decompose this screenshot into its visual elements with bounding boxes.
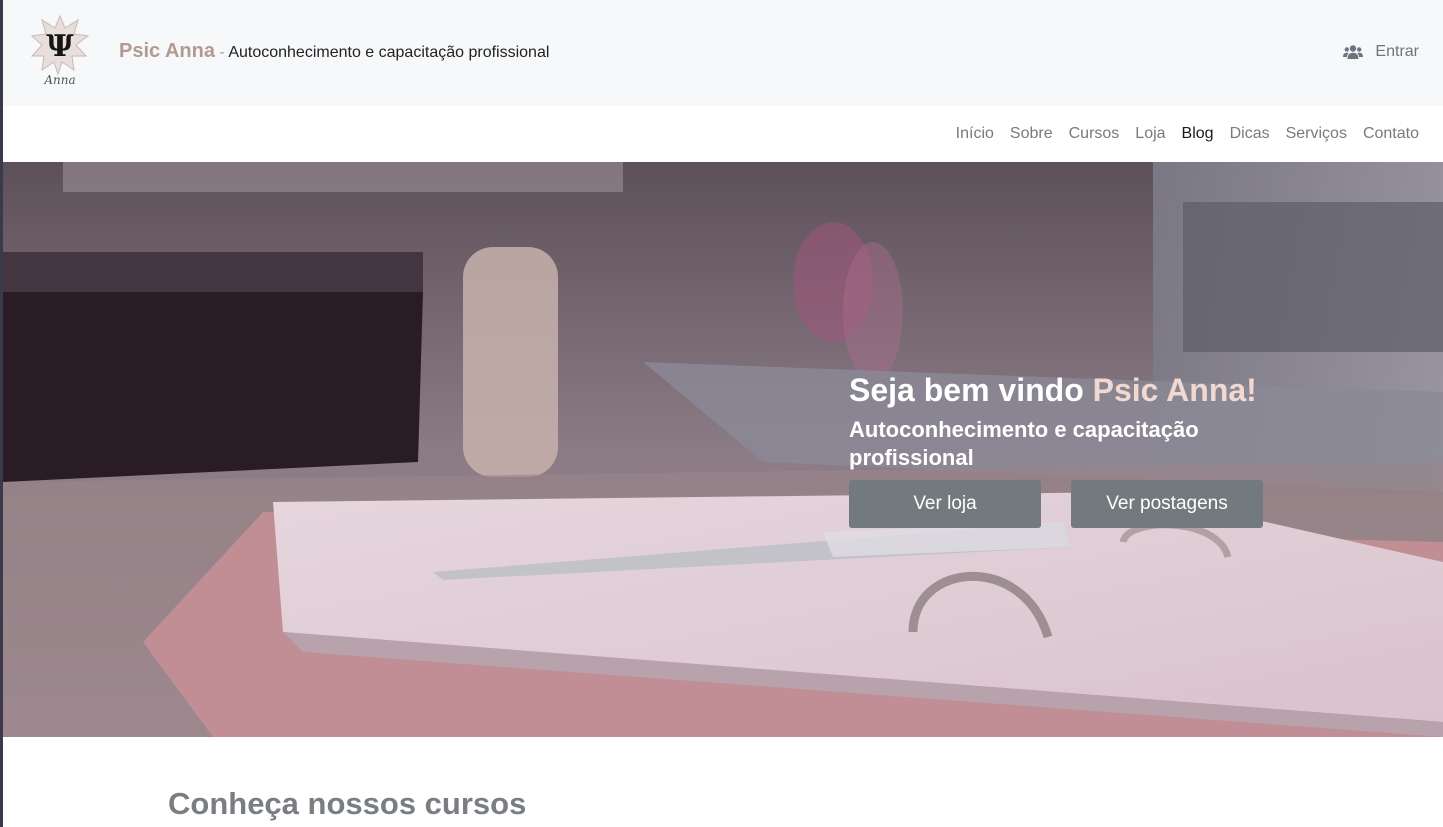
users-icon bbox=[1343, 45, 1364, 59]
site-logo[interactable]: Ψ Anna bbox=[30, 14, 90, 88]
nav-item-sobre[interactable]: Sobre bbox=[1010, 125, 1053, 143]
hero-title: Seja bem vindo Psic Anna! bbox=[849, 370, 1269, 410]
page: Ψ Anna Psic Anna - Autoconhecimento e ca… bbox=[0, 0, 1443, 827]
nav-item-blog[interactable]: Blog bbox=[1182, 125, 1214, 143]
hero-title-accent: Psic Anna! bbox=[1092, 372, 1257, 408]
brand-name: Psic Anna bbox=[119, 40, 215, 62]
hero-content: Seja bem vindo Psic Anna! Autoconhecimen… bbox=[849, 370, 1269, 528]
nav-item-contato[interactable]: Contato bbox=[1363, 125, 1419, 143]
brand-separator: - bbox=[214, 44, 229, 61]
svg-text:Ψ: Ψ bbox=[46, 29, 74, 64]
top-header: Ψ Anna Psic Anna - Autoconhecimento e ca… bbox=[3, 0, 1443, 106]
nav-item-dicas[interactable]: Dicas bbox=[1230, 125, 1270, 143]
hero-subtitle: Autoconhecimento e capacitação profissio… bbox=[849, 417, 1199, 470]
nav-list: Início Sobre Cursos Loja Blog Dicas Serv… bbox=[956, 125, 1419, 143]
hero-banner: Seja bem vindo Psic Anna! Autoconhecimen… bbox=[3, 162, 1443, 737]
nav-item-loja[interactable]: Loja bbox=[1135, 125, 1165, 143]
login-button[interactable]: Entrar bbox=[1343, 43, 1419, 61]
view-shop-button[interactable]: Ver loja bbox=[849, 480, 1041, 528]
hero-buttons: Ver loja Ver postagens bbox=[849, 480, 1269, 528]
logo-text: Anna bbox=[43, 73, 75, 87]
courses-section-title: Conheça nossos cursos bbox=[168, 786, 527, 821]
hero-title-prefix: Seja bem vindo bbox=[849, 372, 1093, 408]
nav-item-inicio[interactable]: Início bbox=[956, 125, 994, 143]
view-posts-button[interactable]: Ver postagens bbox=[1071, 480, 1263, 528]
login-label: Entrar bbox=[1375, 43, 1419, 60]
main-nav: Início Sobre Cursos Loja Blog Dicas Serv… bbox=[3, 106, 1443, 162]
brand[interactable]: Psic Anna - Autoconhecimento e capacitaç… bbox=[119, 40, 549, 63]
nav-item-servicos[interactable]: Serviços bbox=[1286, 125, 1347, 143]
psi-star-logo-icon: Ψ Anna bbox=[30, 14, 90, 87]
nav-item-cursos[interactable]: Cursos bbox=[1069, 125, 1120, 143]
brand-tagline: Autoconhecimento e capacitação profissio… bbox=[228, 44, 550, 61]
